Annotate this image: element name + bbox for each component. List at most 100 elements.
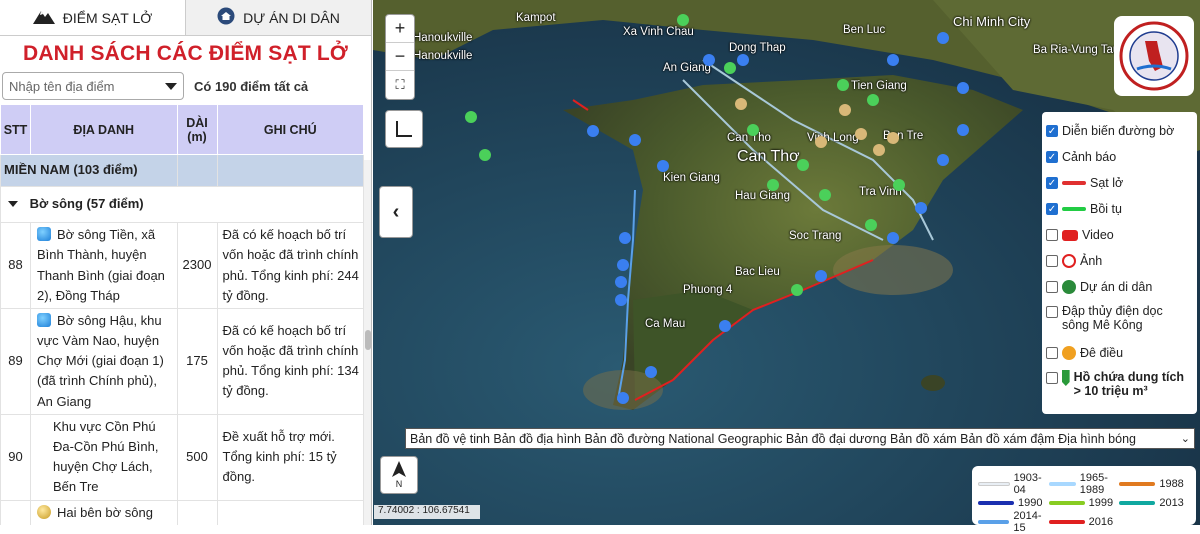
legend-label: 1999 (1088, 497, 1114, 509)
row-stt (0, 499, 31, 525)
legend-label: 2013 (1159, 497, 1184, 509)
layer-warning[interactable]: ✓ Cảnh báo (1046, 144, 1193, 170)
blue-info-icon (36, 227, 51, 242)
layer-accretion[interactable]: ✓ Bồi tụ (1046, 196, 1193, 222)
checkbox[interactable] (1046, 306, 1058, 318)
caret-down-icon (8, 194, 18, 214)
landslide-marker (587, 32, 969, 404)
video-icon (1062, 229, 1078, 241)
tab-label: ĐIỂM SẠT LỞ (62, 9, 153, 26)
legend-label: 2014-15 (1013, 510, 1042, 534)
legend-swatch (1048, 501, 1085, 505)
legend-swatch (978, 501, 1014, 505)
legend-swatch (1048, 482, 1076, 486)
layer-label: Đê điều (1080, 346, 1124, 360)
zoom-out-button[interactable]: − (386, 43, 414, 71)
checkbox[interactable] (1046, 372, 1058, 384)
chevron-down-icon: ⌄ (1180, 433, 1190, 445)
layer-label: Đập thủy điện dọc sông Mê Kông (1062, 304, 1163, 332)
row-note (216, 499, 364, 525)
row-length: 175 (176, 308, 218, 415)
checkbox[interactable]: ✓ (1046, 177, 1058, 189)
chevron-left-icon: ‹ (392, 200, 400, 223)
layer-label: Bồi tụ (1090, 202, 1122, 216)
row-note: Đã có kế hoạch bố trí vốn hoặc đã trình … (216, 222, 364, 309)
row-name-cell: Bờ sông Tiền, xã Bình Thành, huyện Thanh… (29, 222, 178, 309)
north-arrow: N (380, 456, 418, 494)
legend-label: 1988 (1159, 478, 1184, 490)
landslide-table: STT ĐỊA DANH DÀI (m) GHI CHÚ MIỀN NAM (1… (0, 104, 364, 525)
group-row[interactable]: Bờ sông (57 điểm) (0, 186, 364, 223)
layer-reservoirs[interactable]: Hồ chứa dung tích > 10 triệu m³ (1046, 366, 1193, 406)
row-stt: 89 (0, 308, 31, 415)
layer-photo[interactable]: Ảnh (1046, 248, 1193, 274)
legend-item: 1903-04 (978, 472, 1049, 496)
checkbox[interactable]: ✓ (1046, 203, 1058, 215)
location-search-select[interactable]: Nhập tên địa điểm (2, 72, 184, 100)
layer-erosion[interactable]: ✓ Sạt lở (1046, 170, 1193, 196)
legend-item: 1988 (1119, 472, 1190, 496)
layer-shoreline[interactable]: ✓ Diễn biến đường bờ (1046, 118, 1193, 144)
checkbox[interactable] (1046, 255, 1058, 267)
tab-relocation-projects[interactable]: DỰ ÁN DI DÂN (185, 0, 371, 35)
table-header: STT ĐỊA DANH DÀI (m) GHI CHÚ (0, 104, 364, 155)
tab-bar: ĐIỂM SẠT LỞ DỰ ÁN DI DÂN (0, 0, 371, 36)
table-row[interactable]: Hai bên bờ sông Mỏ (0, 499, 364, 525)
legend-item: 2016 (1048, 510, 1120, 534)
basemap-select[interactable]: Bản đồ vệ tinh Bản đồ địa hình Bản đồ đư… (405, 428, 1195, 449)
layer-label: Dự án di dân (1080, 280, 1153, 294)
region-row[interactable]: MIỀN NAM (103 điểm) (0, 154, 364, 187)
basemap-toggle-button[interactable] (385, 110, 423, 148)
tab-landslide-points[interactable]: ĐIỂM SẠT LỞ (0, 0, 185, 35)
col-note: GHI CHÚ (216, 104, 364, 155)
list-title: DANH SÁCH CÁC ĐIỂM SẠT LỞ (22, 42, 349, 65)
checkbox[interactable] (1046, 347, 1058, 359)
cursor-coordinates: 7.74002 : 106.67541 (374, 505, 480, 519)
legend-label: 1990 (1018, 497, 1043, 509)
group-label: Bờ sông (57 điểm) (29, 196, 144, 212)
row-name-cell: Khu vực Cồn Phú Đa-Cồn Phú Bình, huyện C… (29, 413, 178, 501)
layer-dykes[interactable]: Đê điều (1046, 340, 1193, 366)
row-name: Bờ sông Hậu, khu vực Vàm Nao, huyện Chợ … (36, 313, 164, 409)
row-name: Bờ sông Tiền, xã Bình Thành, huyện Thanh… (36, 227, 165, 303)
zoom-in-button[interactable]: + (386, 15, 414, 43)
mountain-icon (32, 8, 55, 27)
region-empty-cell (176, 154, 218, 187)
legend-item: 2014-15 (978, 510, 1049, 534)
row-note: Đã có kế hoạch bố trí vốn hoặc đã trình … (216, 308, 364, 415)
erosion-swatch (1062, 181, 1086, 185)
reservoir-icon (1062, 370, 1070, 386)
search-row: Nhập tên địa điểm Có 190 điểm tất cả (0, 70, 371, 104)
checkbox[interactable] (1046, 281, 1058, 293)
fullscreen-icon[interactable]: ⛶ (386, 71, 414, 99)
legend-item: 1999 (1048, 497, 1120, 509)
zoom-control: + − ⛶ (385, 14, 415, 100)
row-stt: 90 (0, 413, 31, 501)
legend-swatch (978, 520, 1010, 524)
legend-swatch (978, 482, 1010, 486)
tab-label: DỰ ÁN DI DÂN (243, 9, 340, 26)
layer-label: Ảnh (1080, 254, 1103, 268)
blue-info-icon (36, 313, 51, 327)
checkbox[interactable]: ✓ (1046, 125, 1058, 137)
collapse-panel-button[interactable]: ‹ (379, 186, 413, 238)
table-row[interactable]: 89 Bờ sông Hậu, khu vực Vàm Nao, huyện C… (0, 308, 364, 415)
list-scrollbar-thumb[interactable] (365, 330, 371, 350)
warning-marker (735, 98, 899, 156)
north-label: N (395, 479, 403, 489)
legend-label: 2016 (1088, 516, 1114, 528)
row-length (176, 499, 218, 525)
checkbox[interactable] (1046, 229, 1058, 241)
table-row[interactable]: 88 Bờ sông Tiền, xã Bình Thành, huyện Th… (0, 222, 364, 309)
col-stt: STT (0, 104, 31, 155)
layer-panel: ✓ Diễn biến đường bờ ✓ Cảnh báo ✓ Sạt lở ✓ B… (1042, 112, 1197, 414)
checkbox[interactable]: ✓ (1046, 151, 1058, 163)
layer-relocation[interactable]: Dự án di dân (1046, 274, 1193, 300)
layer-label: Cảnh báo (1062, 150, 1117, 164)
legend-swatch (1119, 482, 1156, 486)
layer-video[interactable]: Video (1046, 222, 1193, 248)
table-row[interactable]: 90 Khu vực Cồn Phú Đa-Cồn Phú Bình, huyệ… (0, 413, 364, 501)
layer-dams[interactable]: Đập thủy điện dọc sông Mê Kông (1046, 300, 1193, 340)
layer-label: Sạt lở (1090, 176, 1124, 190)
gold-info-icon (36, 504, 51, 519)
